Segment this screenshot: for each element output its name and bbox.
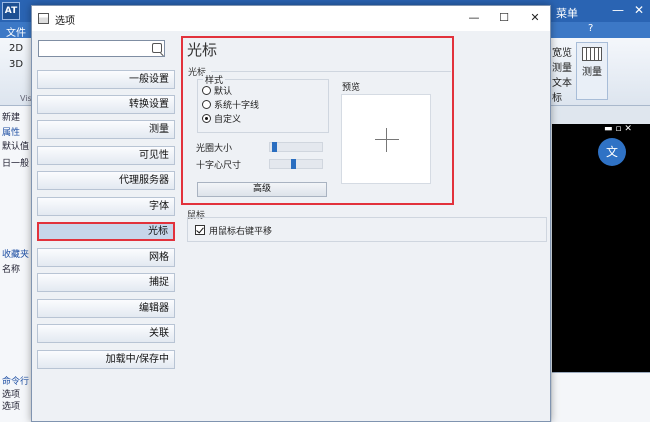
minimize-icon[interactable]: —	[460, 6, 488, 31]
ribbon-text-label[interactable]: 文本	[552, 74, 572, 89]
app-menu-label[interactable]: 菜单	[556, 5, 578, 21]
general-label: 日一般	[2, 159, 30, 169]
right-click-pan-label[interactable]: 用鼠标右键平移	[209, 224, 272, 237]
cursor-settings-panel: 光标 光标 样式 默认 系统十字线 自定义 预览 光圈大小 十字心尺寸 高级	[181, 36, 454, 205]
new-label[interactable]: 新建	[2, 110, 20, 123]
search-input[interactable]	[39, 41, 147, 56]
radio-icon	[202, 100, 211, 109]
nav-item-snap[interactable]: 捕捉	[37, 273, 175, 292]
command-label: 命令行	[2, 377, 30, 387]
slider-thumb[interactable]	[291, 159, 296, 169]
options-dialog: 选项 — ☐ ✕ 一般设置 转换设置 测量 可见性 代理服务器 字体 光标 网格…	[31, 5, 551, 422]
app-logo-icon: AT	[2, 2, 20, 20]
radio-label: 自定义	[214, 115, 242, 125]
nav-item-association[interactable]: 关联	[37, 324, 175, 343]
viewport-window-controls-icon[interactable]: ▬ ▫ ✕	[604, 124, 632, 134]
ribbon-mark-label[interactable]: 标	[552, 89, 562, 104]
favorites-label[interactable]: 收藏夹	[2, 247, 29, 260]
preview-label: 预览	[342, 83, 361, 93]
help-icon[interactable]: ?	[588, 23, 602, 37]
file-tab[interactable]: 文件	[6, 24, 26, 39]
close-icon[interactable]: ✕	[521, 6, 549, 31]
nav-item-cursor[interactable]: 光标	[37, 222, 175, 241]
measure-button-label: 测量	[582, 67, 602, 78]
command-strip	[552, 372, 650, 422]
cursor-preview	[341, 94, 431, 184]
radio-system-crosshair[interactable]: 系统十字线	[202, 98, 260, 111]
radio-default[interactable]: 默认	[202, 84, 233, 97]
divider	[211, 71, 451, 72]
name-label: 名称	[2, 265, 21, 275]
right-click-pan-checkbox[interactable]	[195, 225, 205, 235]
app-left-panel: 新建 属性 默认值 日一般 收藏夹 名称 命令行 选项 选项	[0, 106, 34, 422]
ribbon-2d-tab[interactable]: 2D	[9, 43, 23, 54]
radio-custom[interactable]: 自定义	[202, 112, 242, 125]
nav-item-load-save[interactable]: 加载中/保存中	[37, 350, 175, 369]
search-box	[38, 40, 165, 57]
command-history-line: 选项	[2, 402, 21, 412]
nav-item-general[interactable]: 一般设置	[37, 70, 175, 89]
translate-icon[interactable]: 文	[598, 138, 626, 166]
nav-item-visibility[interactable]: 可见性	[37, 146, 175, 165]
dialog-window-icon	[38, 13, 49, 24]
nav-item-measure[interactable]: 测量	[37, 120, 175, 139]
style-group: 样式 默认 系统十字线 自定义	[197, 73, 329, 133]
nav-item-font[interactable]: 字体	[37, 197, 175, 216]
nav-item-editor[interactable]: 编辑器	[37, 299, 175, 318]
crosshair-size-label: 十字心尺寸	[196, 161, 242, 171]
ribbon-measure-label[interactable]: 测量	[552, 59, 572, 74]
nav-item-grid[interactable]: 网格	[37, 248, 175, 267]
dialog-title: 选项	[55, 16, 75, 27]
aperture-size-label: 光圈大小	[196, 144, 233, 154]
ribbon-view-label[interactable]: 宽览	[552, 44, 572, 59]
search-icon[interactable]	[152, 43, 162, 53]
app-close-icon[interactable]: ✕	[634, 3, 644, 17]
dialog-body: 一般设置 转换设置 测量 可见性 代理服务器 字体 光标 网格 捕捉 编辑器 关…	[32, 31, 550, 421]
mouse-settings-panel: 用鼠标右键平移	[187, 217, 547, 242]
app-minimize-icon[interactable]: —	[612, 3, 624, 17]
nav-item-proxy[interactable]: 代理服务器	[37, 171, 175, 190]
maximize-icon[interactable]: ☐	[490, 6, 518, 31]
attributes-label[interactable]: 属性	[2, 125, 20, 138]
advanced-button[interactable]: 高级	[197, 182, 327, 197]
ribbon-3d-tab[interactable]: 3D	[9, 59, 23, 70]
radio-icon	[202, 86, 211, 95]
crosshair-size-slider[interactable]	[269, 159, 323, 169]
radio-label: 系统十字线	[214, 101, 260, 111]
default-label: 默认值	[2, 142, 30, 152]
aperture-size-slider[interactable]	[269, 142, 323, 152]
nav-item-conversion[interactable]: 转换设置	[37, 95, 175, 114]
radio-label: 默认	[214, 87, 233, 97]
radio-checked-icon	[202, 114, 211, 123]
dialog-title-bar: 选项 — ☐ ✕	[32, 6, 550, 31]
section-title: 光标	[187, 41, 218, 59]
ruler-icon	[582, 47, 602, 61]
slider-thumb[interactable]	[272, 142, 277, 152]
crosshair-icon	[375, 128, 399, 152]
ribbon-measure-button[interactable]: 测量	[576, 42, 608, 100]
ribbon-vis-label: Vis	[20, 94, 32, 103]
